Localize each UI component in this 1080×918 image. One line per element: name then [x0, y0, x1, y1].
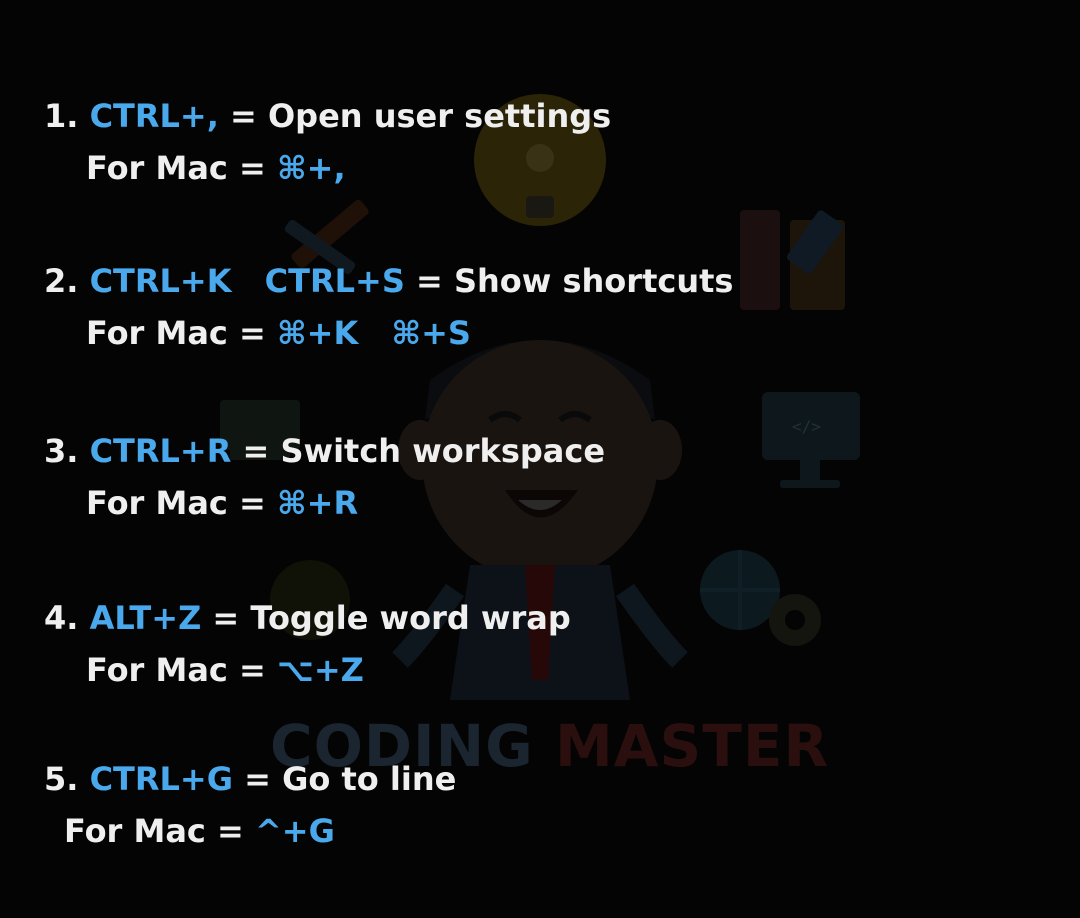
mac-keys: ⌘+R [276, 484, 359, 522]
mac-label: For Mac = [64, 812, 244, 850]
shortcut-keys: ALT+Z [89, 599, 202, 637]
equals-sign: = [416, 262, 443, 300]
shortcut-keys: CTRL+R [89, 432, 232, 470]
shortcut-2-line: 2. CTRL+K CTRL+S = Show shortcuts [44, 261, 733, 301]
monitor-icon: </> [762, 392, 860, 488]
shortcut-action: Switch workspace [280, 432, 606, 470]
mac-keys: ^+G [254, 812, 335, 850]
mac-label: For Mac = [86, 149, 266, 187]
shortcut-number: 5. [44, 760, 79, 798]
shortcut-3-line: 3. CTRL+R = Switch workspace [44, 431, 605, 471]
equals-sign: = [244, 760, 271, 798]
character-illustration [392, 340, 688, 700]
mac-label: For Mac = [86, 314, 266, 352]
shortcut-5-mac-line: For Mac = ^+G [64, 811, 335, 851]
mac-keys: ⌘+, [276, 149, 346, 187]
shortcut-action: Show shortcuts [453, 262, 734, 300]
mac-label: For Mac = [86, 651, 266, 689]
watermark-part-master: MASTER [554, 712, 830, 780]
equals-sign: = [242, 432, 270, 470]
shortcut-3-mac-line: For Mac = ⌘+R [86, 483, 358, 523]
mac-keys: ⌥+Z [276, 651, 364, 689]
shortcut-4-mac-line: For Mac = ⌥+Z [86, 650, 364, 690]
equals-sign: = [212, 599, 240, 637]
shortcut-number: 4. [44, 599, 79, 637]
shortcut-number: 1. [44, 97, 79, 135]
shortcut-action: Open user settings [267, 97, 612, 135]
shortcut-keys: CTRL+K [89, 262, 232, 300]
shortcut-4-line: 4. ALT+Z = Toggle word wrap [44, 598, 571, 638]
shortcut-1-mac-line: For Mac = ⌘+, [86, 148, 346, 188]
shortcut-keys: CTRL+, [89, 97, 219, 135]
equals-sign: = [230, 97, 257, 135]
palette-icon [740, 210, 845, 310]
shortcut-keys-second: CTRL+S [264, 262, 405, 300]
svg-text:</>: </> [792, 417, 821, 436]
shortcut-action: Toggle word wrap [250, 599, 571, 637]
shortcut-number: 2. [44, 262, 79, 300]
shortcut-action: Go to line [282, 760, 457, 798]
infographic-canvas: </> CODING MASTER 1. CTRL+, = Open user … [0, 0, 1080, 918]
shortcut-number: 3. [44, 432, 79, 470]
globe-icon [700, 550, 780, 630]
shortcut-5-line: 5. CTRL+G = Go to line [44, 759, 456, 799]
gear-icon [769, 594, 821, 646]
mac-keys: ⌘+K [276, 314, 359, 352]
mac-label: For Mac = [86, 484, 266, 522]
mac-keys-second: ⌘+S [391, 314, 471, 352]
shortcut-2-mac-line: For Mac = ⌘+K ⌘+S [86, 313, 471, 353]
shortcut-keys: CTRL+G [89, 760, 233, 798]
shortcut-1-line: 1. CTRL+, = Open user settings [44, 96, 611, 136]
